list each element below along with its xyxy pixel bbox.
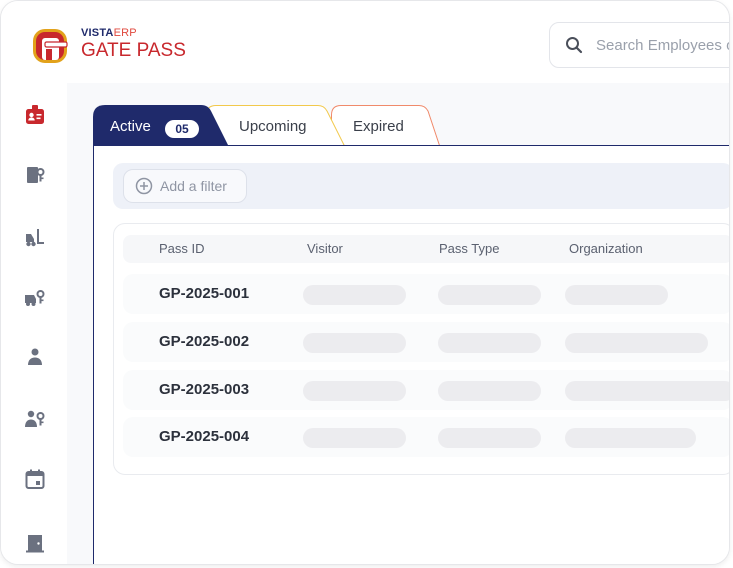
tab-expired-label: Expired	[353, 118, 404, 135]
tab-active-label: Active	[110, 118, 151, 135]
sidebar	[1, 83, 67, 564]
active-count-badge: 05	[165, 120, 199, 138]
organization-placeholder	[565, 285, 668, 305]
calendar-icon	[25, 469, 45, 489]
column-header-visitor[interactable]: Visitor	[307, 242, 343, 256]
pass-id-cell: GP-2025-004	[159, 428, 250, 445]
search-box[interactable]	[549, 22, 729, 68]
column-header-pass-id[interactable]: Pass ID	[159, 242, 205, 256]
sidebar-item-calendar[interactable]	[19, 463, 51, 495]
brand-erp: ERP	[113, 27, 137, 39]
exit-door-icon	[26, 535, 44, 553]
pass-id-cell: GP-2025-002	[159, 333, 250, 350]
sidebar-item-door-pass[interactable]	[19, 159, 51, 191]
sidebar-item-visitor-pass[interactable]	[19, 403, 51, 435]
app-window: VISTAERP GATE PASS Search Employees or P…	[0, 0, 730, 565]
pass-type-placeholder	[438, 285, 541, 305]
organization-placeholder	[565, 381, 729, 401]
visitor-placeholder	[303, 381, 406, 401]
id-badge-icon	[26, 105, 44, 124]
vehicle-pass-icon	[25, 290, 45, 306]
sidebar-item-forklift[interactable]	[19, 221, 51, 253]
door-pass-icon	[27, 167, 45, 183]
sidebar-item-exit[interactable]	[19, 527, 51, 559]
visitor-pass-icon	[25, 410, 45, 427]
visitor-placeholder	[303, 333, 406, 353]
search-icon	[566, 37, 583, 54]
tab-upcoming-label: Upcoming	[239, 118, 307, 135]
pass-type-placeholder	[438, 381, 541, 401]
brand-name: VISTAERP GATE PASS	[81, 27, 186, 62]
forklift-icon	[26, 229, 44, 247]
column-header-pass-type[interactable]: Pass Type	[439, 242, 499, 256]
column-header-organization[interactable]: Organization	[569, 242, 643, 256]
plus-circle-icon	[135, 177, 153, 195]
pass-type-placeholder	[438, 333, 541, 353]
sidebar-item-id-badges[interactable]	[19, 99, 51, 131]
sidebar-item-vehicle-pass[interactable]	[19, 281, 51, 313]
pass-id-cell: GP-2025-003	[159, 381, 250, 398]
add-filter-button[interactable]: Add a filter	[123, 169, 247, 203]
sidebar-item-visitors[interactable]	[19, 341, 51, 373]
add-filter-label: Add a filter	[160, 178, 227, 194]
brand-product: GATE PASS	[81, 40, 186, 61]
visitor-placeholder	[303, 428, 406, 448]
tab-active[interactable]: Active 05	[93, 105, 233, 147]
gate-pass-logo	[33, 29, 68, 63]
visitor-icon	[28, 348, 42, 365]
search-input[interactable]	[596, 35, 729, 55]
pass-type-placeholder	[438, 428, 541, 448]
top-bar: VISTAERP GATE PASS	[1, 1, 729, 83]
pass-id-cell: GP-2025-001	[159, 285, 250, 302]
organization-placeholder	[565, 428, 696, 448]
visitor-placeholder	[303, 285, 406, 305]
brand-vista: VISTA	[81, 27, 114, 39]
organization-placeholder	[565, 333, 708, 353]
